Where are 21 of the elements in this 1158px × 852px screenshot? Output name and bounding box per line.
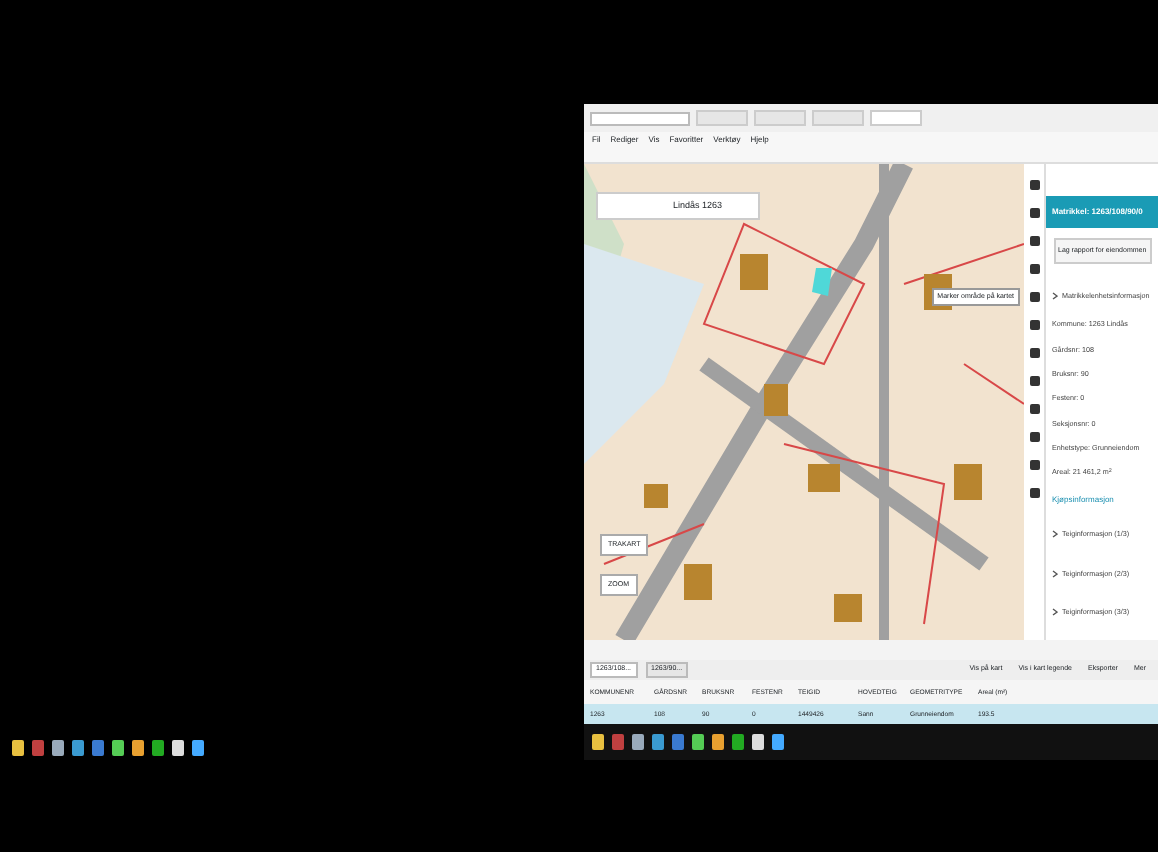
toolbar-icon[interactable] <box>1029 460 1039 470</box>
toolbar-icon[interactable] <box>1029 348 1039 358</box>
chevron-icon <box>1052 530 1058 539</box>
chevron-icon <box>1052 569 1058 578</box>
browser-tab[interactable] <box>870 110 922 126</box>
toolbar-icon[interactable] <box>1029 432 1039 442</box>
toolbar-icon[interactable] <box>1029 208 1039 218</box>
address-bar[interactable] <box>590 111 690 125</box>
browser-tab[interactable] <box>754 110 806 126</box>
chevron-icon <box>1052 292 1058 301</box>
toolbar-icon[interactable] <box>1029 264 1039 274</box>
toolbar-icon[interactable] <box>1029 236 1039 246</box>
toolbar-icon[interactable] <box>1029 488 1039 498</box>
browser-tab[interactable] <box>696 110 748 126</box>
toolbar-icon[interactable] <box>1029 320 1039 330</box>
toolbar-icon[interactable] <box>1029 292 1039 302</box>
chevron-icon <box>1052 608 1058 617</box>
toolbar-icon[interactable] <box>1029 404 1039 414</box>
toolbar-icon[interactable] <box>1029 180 1039 190</box>
toolbar-icon[interactable] <box>1029 376 1039 386</box>
browser-tab[interactable] <box>812 110 864 126</box>
